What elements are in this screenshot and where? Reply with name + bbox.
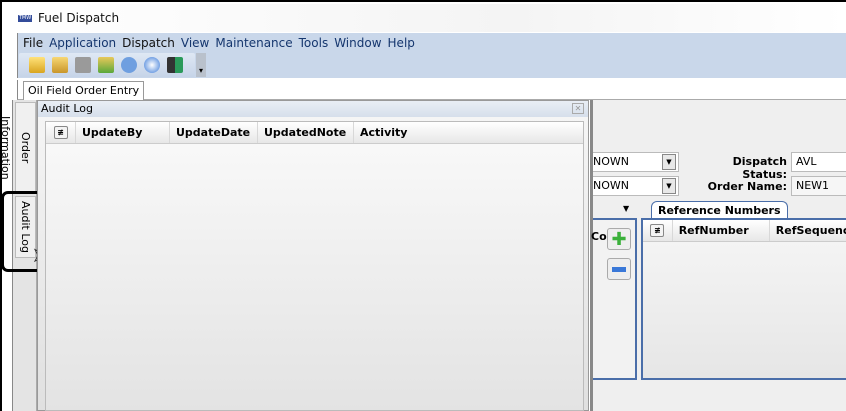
- column-header[interactable]: RefNumber: [673, 220, 770, 241]
- column-header[interactable]: Activity: [354, 122, 583, 143]
- save-icon[interactable]: [75, 57, 91, 73]
- menu-bar: File Application Dispatch View Maintenan…: [17, 33, 846, 52]
- minus-icon: [612, 266, 626, 272]
- column-chooser-icon: ≢: [53, 126, 68, 139]
- add-button[interactable]: ✚: [607, 228, 631, 250]
- window-title: Fuel Dispatch: [38, 11, 120, 25]
- column-header: Co: [591, 230, 607, 243]
- column-header[interactable]: UpdateBy: [76, 122, 170, 143]
- dispatch-status-field[interactable]: AVL: [791, 152, 846, 172]
- new-folder-icon[interactable]: [29, 57, 45, 73]
- menu-view[interactable]: View: [181, 36, 209, 50]
- menu-window[interactable]: Window: [334, 36, 381, 50]
- message-icon[interactable]: [121, 57, 137, 73]
- combo-box[interactable]: NOWN ▼: [593, 176, 679, 196]
- dispatch-status-label: Dispatch Status:: [732, 155, 787, 181]
- chevron-down-icon[interactable]: ▼: [662, 178, 676, 194]
- help-icon[interactable]: [144, 57, 160, 73]
- menu-tools[interactable]: Tools: [299, 36, 329, 50]
- chevron-down-icon[interactable]: ▼: [662, 154, 676, 170]
- column-header[interactable]: RefSequence: [770, 220, 846, 241]
- toolbar: ▾: [17, 52, 846, 78]
- panel-title: Audit Log: [41, 102, 93, 115]
- plus-icon: ✚: [611, 228, 627, 250]
- title-bar: TMW Fuel Dispatch: [12, 4, 846, 32]
- column-chooser-icon: ≢: [650, 224, 665, 237]
- sub-grid: Co ✚: [591, 218, 637, 380]
- open-folder-icon[interactable]: [52, 57, 68, 73]
- audit-log-grid: ≢ UpdateBy UpdateDate UpdatedNote Activi…: [45, 121, 584, 411]
- column-chooser-button[interactable]: ≢: [46, 122, 76, 143]
- menu-application[interactable]: Application: [49, 36, 116, 50]
- menu-file[interactable]: File: [23, 36, 43, 50]
- app-logo: TMW: [18, 14, 32, 22]
- tab-oil-field-order-entry[interactable]: Oil Field Order Entry: [23, 81, 145, 101]
- remove-button[interactable]: [607, 258, 631, 280]
- menu-maintenance[interactable]: Maintenance: [215, 36, 292, 50]
- audit-log-panel: Audit Log ✕ ≢ UpdateBy UpdateDate Updated…: [37, 100, 589, 411]
- combo-value: NOWN: [593, 155, 629, 168]
- exit-icon[interactable]: [167, 57, 183, 73]
- column-header[interactable]: UpdateDate: [170, 122, 258, 143]
- menu-help[interactable]: Help: [388, 36, 415, 50]
- combo-box[interactable]: NOWN ▼: [593, 152, 679, 172]
- toolbar-overflow-button[interactable]: ▾: [196, 53, 206, 77]
- order-name-field[interactable]: NEW1: [791, 176, 846, 196]
- document-tabs: Oil Field Order Entry: [17, 80, 846, 101]
- side-tab-order-information[interactable]: Order Information: [0, 102, 36, 194]
- column-header[interactable]: UpdatedNote: [258, 122, 354, 143]
- column-chooser-button[interactable]: ≢: [643, 220, 673, 241]
- order-form: NOWN ▼ NOWN ▼ Dispatch Status: AVL Order N…: [590, 100, 846, 411]
- order-name-label: Order Name:: [707, 180, 787, 193]
- dropdown-arrow-icon[interactable]: ▼: [623, 204, 629, 213]
- upload-icon[interactable]: [98, 57, 114, 73]
- menu-dispatch[interactable]: Dispatch: [122, 36, 175, 50]
- reference-numbers-grid: ≢ RefNumber RefSequence: [641, 218, 846, 380]
- pin-icon[interactable]: ✕: [572, 103, 584, 114]
- combo-value: NOWN: [593, 179, 629, 192]
